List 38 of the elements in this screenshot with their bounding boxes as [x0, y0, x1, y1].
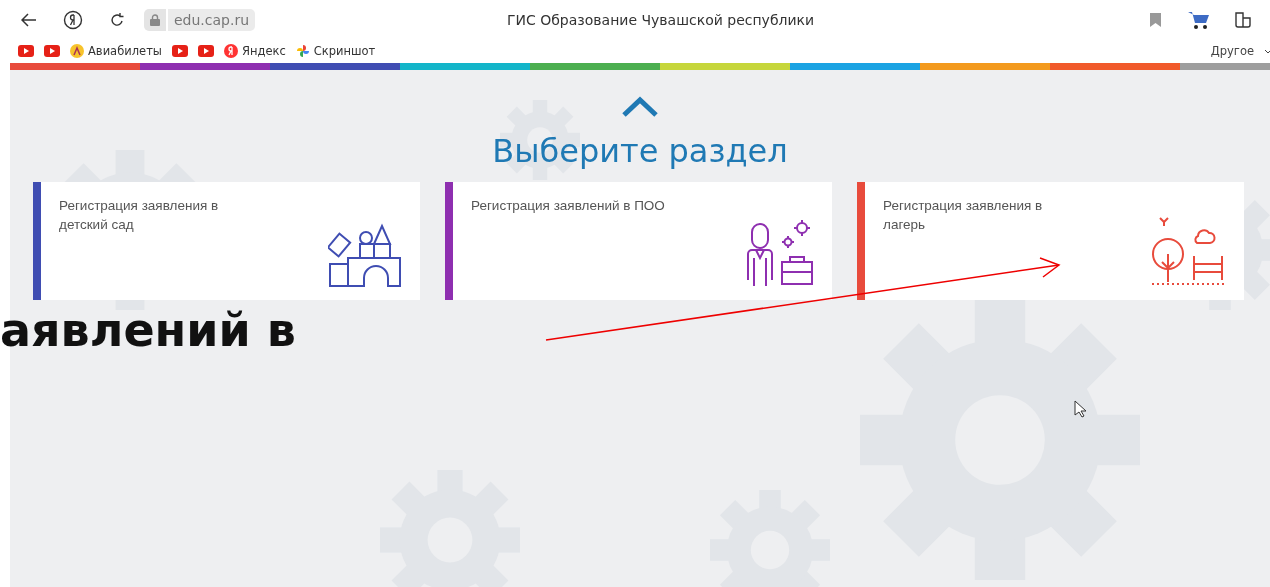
chevron-up-icon[interactable] [621, 96, 659, 118]
video-play-icon [18, 45, 34, 57]
page-title: ГИС Образование Чувашской республики [505, 12, 816, 28]
yandex-circle-icon [63, 10, 83, 30]
chevron-down-icon [1264, 48, 1270, 54]
bookmark-item[interactable]: Авиабилеты [70, 44, 162, 58]
section-card[interactable]: Регистрация заявления в детский сад [33, 182, 420, 300]
section-card[interactable]: Регистрация заявления в лагерь [857, 182, 1244, 300]
video-play-icon [197, 45, 214, 57]
bookmark-item[interactable] [171, 45, 188, 57]
other-bookmarks-button[interactable]: Другое [1210, 44, 1254, 58]
card-title: Регистрация заявлений в ПОО [471, 197, 665, 215]
section-heading: Выберите раздел [492, 132, 788, 170]
back-arrow-icon [21, 13, 37, 27]
cart-icon[interactable] [1188, 10, 1210, 30]
card-title: Регистрация заявления в детский сад [59, 197, 220, 234]
bookmark-item[interactable] [18, 45, 34, 57]
mouse-cursor-icon [1074, 400, 1086, 418]
lock-icon [150, 14, 160, 26]
pinwheel-icon [295, 44, 310, 58]
overlay-caption: аявлений в [0, 303, 296, 357]
lock-button[interactable] [144, 9, 166, 31]
address-field[interactable]: edu.cap.ru [168, 9, 256, 31]
reload-icon [109, 12, 125, 28]
bookmark-item[interactable]: Скриншот [295, 44, 376, 58]
extension-icon[interactable] [1234, 11, 1252, 29]
bookmark-item[interactable]: Яндекс [223, 44, 286, 58]
video-play-icon [171, 45, 188, 57]
park-tree-bench-icon [1150, 214, 1226, 288]
bookmark-item[interactable] [44, 45, 60, 57]
card-title: Регистрация заявления в лагерь [883, 197, 1044, 234]
section-card[interactable]: Регистрация заявлений в ПОО [445, 182, 832, 300]
bookmark-icon[interactable] [1149, 13, 1161, 27]
toy-blocks-icon [328, 222, 402, 288]
video-play-icon [44, 45, 60, 57]
bookmark-item[interactable] [197, 45, 214, 57]
yandex-logo-icon [223, 44, 238, 58]
worker-gears-icon [744, 218, 814, 288]
